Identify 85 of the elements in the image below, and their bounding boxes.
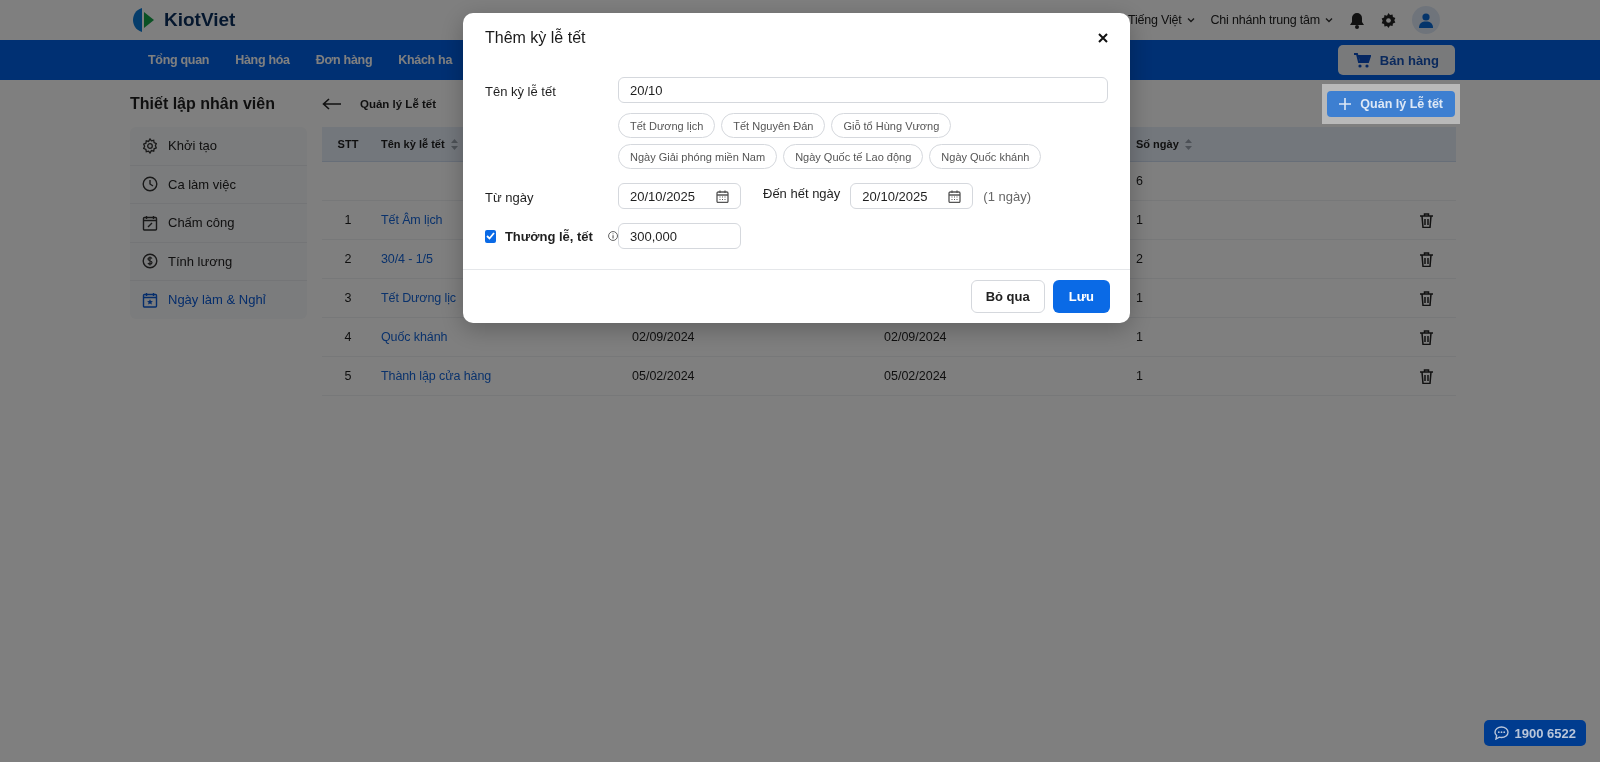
table-cell-text: 3	[343, 291, 353, 305]
suggestion-chip[interactable]: Ngày Quốc tế Lao động	[783, 144, 924, 169]
plus-icon	[1339, 97, 1352, 110]
logo-text: KiotViet	[164, 9, 236, 31]
date-field[interactable]: 20/10/2025	[618, 183, 741, 209]
table-cell-text: 1	[1136, 330, 1144, 344]
checkbox[interactable]	[485, 229, 496, 243]
nav-item[interactable]: Đơn hàng	[315, 53, 373, 67]
hotline-button[interactable]: 1900 6522	[1483, 720, 1586, 746]
nav-item[interactable]: Hàng hóa	[235, 53, 290, 67]
holiday-link[interactable]: Thành lập cửa hàng	[381, 369, 492, 383]
page-title: Quản lý Lễ tết	[360, 97, 437, 110]
user-icon	[1419, 12, 1433, 28]
calendar-icon[interactable]	[716, 189, 729, 203]
calendar-icon	[142, 214, 158, 231]
table-cell-text: 05/02/2024	[632, 369, 696, 383]
column-header[interactable]: Tên kỳ lễ tết	[374, 138, 458, 150]
suggestion-chip[interactable]: Giỗ tổ Hùng Vương	[831, 113, 952, 138]
duration-text: (1 ngày)	[983, 188, 1032, 204]
table-cell-text: 6	[1136, 174, 1144, 188]
cancel-button[interactable]: Bỏ qua	[970, 280, 1045, 313]
field-label: Đến hết ngày	[762, 185, 841, 203]
field-label: Từ ngày	[485, 189, 535, 207]
input-field[interactable]: 20/10	[618, 77, 1108, 103]
delete-icon[interactable]	[1419, 368, 1433, 384]
save-button[interactable]: Lưu	[1052, 280, 1110, 313]
settings-icon	[142, 137, 158, 154]
sort-icon	[450, 138, 458, 150]
suggestion-chip[interactable]: Tết Dương lịch	[618, 113, 716, 138]
sell-button[interactable]: Bán hàng	[1337, 45, 1455, 75]
dollar-icon	[142, 253, 158, 270]
sort-icon	[1184, 138, 1192, 150]
date-field[interactable]: 20/10/2025	[850, 183, 974, 209]
info-icon[interactable]	[607, 230, 618, 242]
table-cell-text: 02/09/2024	[632, 330, 696, 344]
table-cell-text: 1	[1136, 369, 1144, 383]
table-cell-text: 4	[343, 330, 353, 344]
language-dropdown[interactable]: Tiếng Việt	[1127, 13, 1195, 27]
close-button[interactable]	[1098, 33, 1108, 43]
close-icon	[1098, 33, 1108, 43]
holiday-link[interactable]: Quốc khánh	[381, 330, 448, 344]
table-cell-text: 1	[1136, 291, 1144, 305]
sidebar-title: Thiết lập nhân viên	[130, 93, 276, 114]
delete-icon[interactable]	[1419, 329, 1433, 345]
table-cell-text: 05/02/2024	[884, 369, 948, 383]
holiday-link[interactable]: 30/4 - 1/5	[381, 252, 433, 266]
suggestion-chip[interactable]: Ngày Quốc khánh	[929, 144, 1042, 169]
sidebar-item[interactable]: Tính lương	[130, 242, 307, 281]
holiday-link[interactable]: Tết Âm lịch	[381, 213, 443, 227]
column-header: STT	[336, 138, 360, 150]
calendar-icon[interactable]	[948, 189, 962, 203]
delete-icon[interactable]	[1419, 290, 1433, 306]
sidebar-item[interactable]: Ca làm việc	[130, 165, 307, 204]
table-cell-text: 1	[343, 213, 353, 227]
dialog-title: Thêm kỳ lễ tết	[485, 29, 586, 47]
column-header[interactable]: Số ngày	[1136, 138, 1192, 150]
table-cell-text: 2	[343, 252, 353, 266]
sidebar-item[interactable]: Khởi tạo	[130, 127, 307, 166]
sidebar-item[interactable]: Chấm công	[130, 204, 307, 243]
user-avatar[interactable]	[1412, 6, 1440, 34]
table-cell-text: 02/09/2024	[884, 330, 948, 344]
settings-icon[interactable]	[1381, 12, 1396, 28]
branch-dropdown[interactable]: Chi nhánh trung tâm	[1210, 13, 1333, 27]
suggestion-chip[interactable]: Ngày Giải phóng miền Nam	[618, 144, 778, 169]
chat-icon	[1493, 726, 1509, 740]
table-cell-text: 2	[1136, 252, 1144, 266]
caret-icon	[1325, 17, 1333, 23]
table-cell-text: 1	[1136, 213, 1144, 227]
bell-icon[interactable]	[1349, 11, 1365, 29]
back-arrow-icon[interactable]	[322, 97, 342, 110]
nav-item[interactable]: Khách ha	[398, 53, 453, 67]
clock-icon	[142, 176, 158, 193]
input-field[interactable]: 300,000	[618, 223, 741, 249]
holiday-link[interactable]: Tết Dương lịc	[381, 291, 456, 305]
sidebar-item[interactable]: Ngày làm & Nghỉ	[130, 281, 307, 319]
nav-item[interactable]: Tổng quan	[148, 53, 210, 67]
delete-icon[interactable]	[1419, 251, 1433, 267]
field-label: Tên kỳ lễ tết	[485, 83, 557, 101]
caret-icon	[1186, 17, 1195, 23]
add-holiday-button[interactable]: Quản lý Lễ tết	[1327, 90, 1455, 117]
checkbox-label: Thưởng lễ, tết	[504, 228, 593, 244]
table-cell-text: 5	[343, 369, 353, 383]
suggestion-chip[interactable]: Tết Nguyên Đán	[721, 113, 826, 138]
cart-icon	[1353, 52, 1371, 68]
delete-icon[interactable]	[1419, 212, 1433, 228]
